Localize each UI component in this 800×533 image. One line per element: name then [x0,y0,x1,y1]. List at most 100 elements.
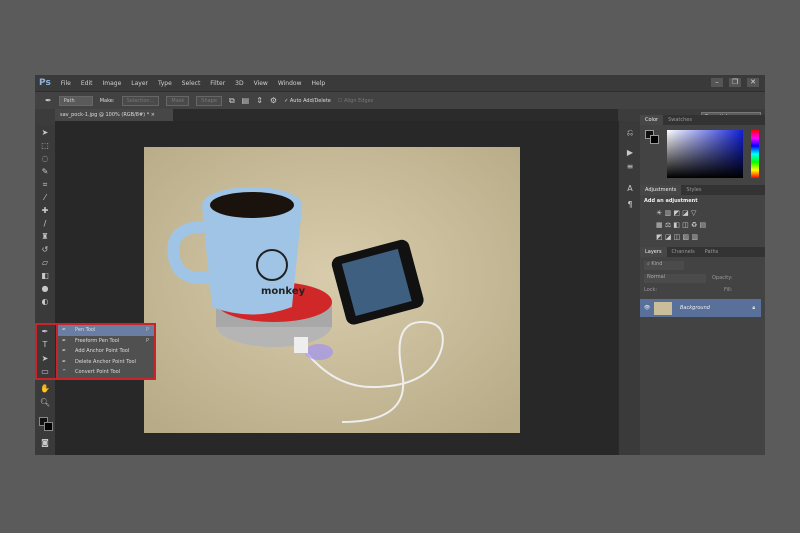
minimize-button[interactable]: – [711,78,723,87]
menu-select[interactable]: Select [182,80,201,87]
layers-panel: Layers Channels Paths ⌕ Kind Normal Opacit… [640,247,765,455]
marquee-tool-icon[interactable]: ⬚ [39,140,51,152]
hand-tool-icon[interactable]: ✋ [39,383,51,395]
flyout-item-label: Freeform Pen Tool [75,337,120,344]
auto-add-delete-label: Auto Add/Delete [289,97,331,104]
background-swatch[interactable] [650,135,659,144]
stamp-tool-icon[interactable]: ♜ [39,231,51,243]
right-panels: Color Swatches Adjustments Styles Add an a… [640,115,765,455]
path-alignment-icon[interactable]: ▤ [242,96,250,105]
photoshop-window: Ps File Edit Image Layer Type Select Fil… [35,75,765,455]
layer-name: Background [680,305,710,311]
kind-label: Kind [651,261,663,267]
document-tab-bar: sav_pock-1.jpg @ 100% (RGB/8#) * × [55,109,618,121]
close-button[interactable]: ✕ [747,78,759,87]
tab-paths[interactable]: Paths [700,247,724,257]
panel-dock: ⎌ ▶ ≡ A ¶ [618,121,640,455]
quick-mask-icon[interactable]: ◙ [39,437,51,449]
lock-label: Lock: [644,287,658,293]
zoom-tool-icon[interactable]: 🔍︎ [39,397,51,409]
menu-image[interactable]: Image [102,80,121,87]
fill-label: Fill: [724,287,733,293]
menu-file[interactable]: File [61,80,71,87]
menu-layer[interactable]: Layer [131,80,148,87]
flyout-item-freeform-pen-tool[interactable]: ✒ Freeform Pen Tool P [58,336,154,347]
layer-thumbnail [654,301,672,315]
history-icon[interactable]: ⎌ [624,127,636,139]
flyout-item-convert-point-tool[interactable]: ^ Convert Point Tool [58,367,154,378]
menu-type[interactable]: Type [158,80,172,87]
tab-color[interactable]: Color [640,115,664,125]
align-edges-label: Align Edges [343,97,374,104]
highlight-box [35,323,57,380]
shortcut-key: P [145,327,149,334]
flyout-item-label: Pen Tool [75,327,96,334]
pen-icon: ✒ [62,327,67,334]
flyout-item-label: Convert Point Tool [75,369,121,376]
color-panel: Color Swatches [640,115,765,185]
mask-button[interactable]: Mask [166,95,190,106]
menu-help[interactable]: Help [312,80,326,87]
layer-filter-kind[interactable]: ⌕ Kind [644,261,684,270]
character-icon[interactable]: A [624,183,636,195]
menu-window[interactable]: Window [278,80,302,87]
tab-channels[interactable]: Channels [667,247,700,257]
tab-styles[interactable]: Styles [681,185,706,195]
auto-add-delete-checkbox[interactable]: ✓ Auto Add/Delete [284,98,331,104]
menu-edit[interactable]: Edit [81,80,93,87]
document-tab[interactable]: sav_pock-1.jpg @ 100% (RGB/8#) * × [55,109,173,121]
tab-layers[interactable]: Layers [640,247,667,257]
add-anchor-icon: ✒ [62,348,67,355]
brush-tool-icon[interactable]: / [39,218,51,230]
pen-tool-flyout-menu: ✒ Pen Tool P ✒ Freeform Pen Tool P ✒ Add Anch… [56,323,156,380]
delete-anchor-icon: ✒ [62,358,67,365]
canvas-area[interactable]: monkey [55,121,618,455]
lasso-tool-icon[interactable]: ◌ [39,153,51,165]
eraser-tool-icon[interactable]: ▱ [39,257,51,269]
background-color-swatch[interactable] [44,422,53,431]
crop-tool-icon[interactable]: ⌗ [39,179,51,191]
dodge-tool-icon[interactable]: ◐ [39,296,51,308]
layer-row-background[interactable]: 👁︎ Background 🔒︎ [640,299,761,317]
gear-icon[interactable]: ⚙ [270,96,277,105]
photo-mug-phone: monkey [144,147,520,433]
convert-point-icon: ^ [62,369,67,376]
flyout-item-pen-tool[interactable]: ✒ Pen Tool P [58,325,154,336]
align-edges-checkbox[interactable]: ☐ Align Edges [338,98,373,104]
quick-select-tool-icon[interactable]: ✎ [39,166,51,178]
path-operations-icon[interactable]: ⧉ [229,96,235,106]
tab-swatches[interactable]: Swatches [663,115,697,125]
restore-button[interactable]: ❐ [729,78,741,87]
photoshop-logo: Ps [39,78,51,88]
color-field[interactable] [667,130,743,178]
selection-button[interactable]: Selection... [121,95,160,106]
paragraph-icon[interactable]: ¶ [624,199,636,211]
blur-tool-icon[interactable]: ● [39,283,51,295]
healing-tool-icon[interactable]: ✚ [39,205,51,217]
mode-select[interactable]: Path [58,95,93,106]
actions-icon[interactable]: ▶ [624,147,636,159]
shape-button[interactable]: Shape [196,95,222,106]
move-tool-icon[interactable]: ➤ [39,127,51,139]
menu-filter[interactable]: Filter [210,80,225,87]
gradient-tool-icon[interactable]: ◧ [39,270,51,282]
tab-adjustments[interactable]: Adjustments [640,185,682,195]
eyedropper-tool-icon[interactable]: ⁄ [39,192,51,204]
make-label: Make: [99,97,115,104]
flyout-item-delete-anchor-point-tool[interactable]: ✒ Delete Anchor Point Tool [58,357,154,368]
shortcut-key: P [145,337,149,344]
tools-panel: ➤ ⬚ ◌ ✎ ⌗ ⁄ ✚ / ♜ ↺ ▱ ◧ ● ◐ ✒ T ➤ ▭ ✋ 🔍︎… [35,125,55,455]
pen-tool-preset-icon[interactable]: ✒ [45,96,52,105]
adjustments-panel: Adjustments Styles Add an adjustment ☀ ▥ … [640,185,765,247]
path-arrangement-icon[interactable]: ⇕ [256,96,263,105]
menu-view[interactable]: View [254,80,268,87]
brush-presets-icon[interactable]: ≡ [624,161,636,173]
menu-3d[interactable]: 3D [235,80,243,87]
flyout-item-add-anchor-point-tool[interactable]: ✒ Add Anchor Point Tool [58,346,154,357]
eye-icon[interactable]: 👁︎ [640,305,654,311]
hue-slider[interactable] [751,130,759,178]
history-brush-icon[interactable]: ↺ [39,244,51,256]
blend-mode-select[interactable]: Normal [644,274,706,283]
flyout-item-label: Delete Anchor Point Tool [75,358,136,365]
adjustment-icons[interactable]: ☀ ▥ ◩ ◪ ▽ ▦ ⚖ ◧ ◫ ♻ ▤ ◩ ◪ ◫ ▨ ▥ [640,207,765,243]
